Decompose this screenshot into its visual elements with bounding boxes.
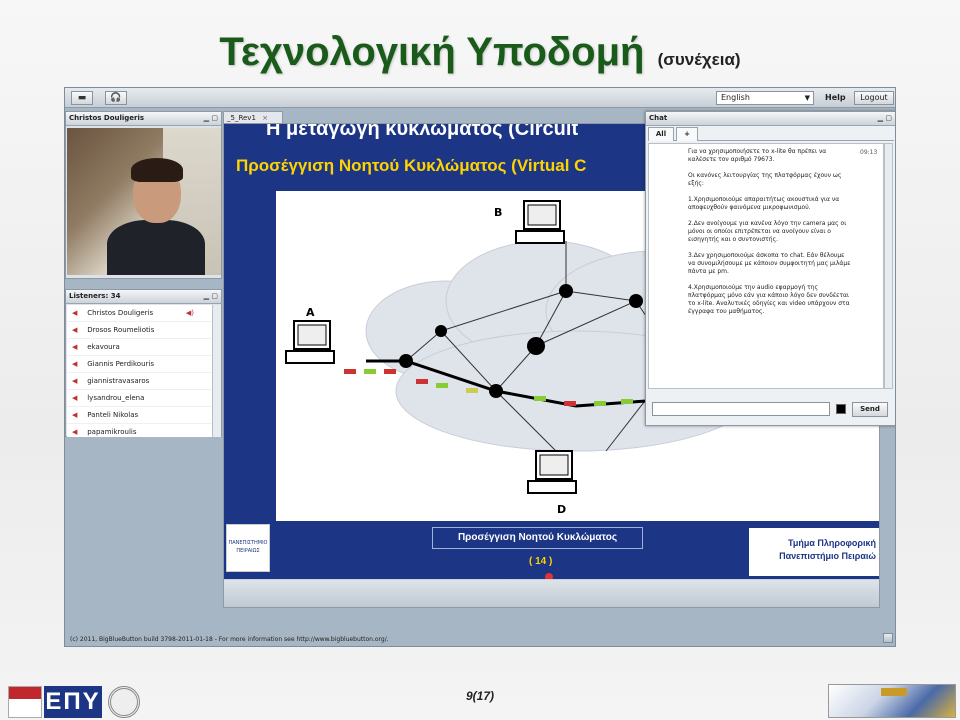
conference-logo-tag [881, 688, 907, 696]
tab-all[interactable]: All [648, 127, 674, 141]
list-item[interactable]: ◀ giannistravasaros [67, 373, 212, 390]
list-item[interactable]: ◀ Drosos Roumeliotis [67, 322, 212, 339]
listeners-panel-header: Listeners: 34 ▁ ▢ [66, 290, 221, 304]
headset-toolbar-button[interactable]: 🎧 [105, 91, 127, 105]
video-panel-header: Christos Douligeris ▁ ▢ [66, 112, 221, 126]
computer-D [527, 450, 577, 494]
listener-name: Christos Douligeris [87, 309, 154, 317]
video-panel-title: Christos Douligeris [69, 114, 145, 122]
window-controls-icon[interactable]: ▁ ▢ [204, 290, 218, 303]
listeners-title: Listeners: 34 [69, 292, 121, 300]
list-item[interactable]: ◀ papamikroulis [67, 424, 212, 437]
fullscreen-icon[interactable] [883, 633, 893, 643]
chat-messages: Για να χρησιμοποιήσετε το x-lite θα πρέπ… [648, 143, 884, 389]
speaker-muted-icon[interactable]: ◀ [72, 407, 79, 424]
speaker-muted-icon[interactable]: ◀ [72, 339, 79, 356]
chat-message: Για να χρησιμοποιήσετε το x-lite θα πρέπ… [688, 148, 851, 315]
chat-panel-header: Chat ▁ ▢ [646, 112, 895, 126]
slide-subheading: Προσέγγιση Νοητού Κυκλώματος (Virtual C [236, 156, 587, 175]
logout-button[interactable]: Logout [854, 91, 894, 105]
speaker-muted-icon[interactable]: ◀ [72, 356, 79, 373]
chat-input[interactable] [652, 402, 830, 416]
chat-tabs: All + [648, 127, 894, 141]
list-item[interactable]: ◀ Christos Douligeris ◀) [67, 305, 212, 322]
listener-name: Panteli Nikolas [87, 411, 139, 419]
window-controls-icon[interactable]: ▁ ▢ [878, 112, 892, 125]
chat-panel: Chat ▁ ▢ All + Για να χρησιμοποιήσετε το… [645, 111, 895, 426]
list-item[interactable]: ◀ Giannis Perdikouris [67, 356, 212, 373]
send-button[interactable]: Send [852, 402, 888, 417]
chat-title: Chat [649, 114, 668, 122]
slide-heading: Η μεταγωγή κυκλώματος (Circuit [266, 124, 579, 140]
speaker-muted-icon[interactable]: ◀ [72, 305, 79, 322]
webcam-video [67, 128, 221, 275]
listener-name: giannistravasaros [87, 377, 150, 385]
pointer-dot [545, 573, 553, 579]
language-select[interactable]: English ▼ [716, 91, 814, 105]
language-select-value: English [721, 93, 750, 102]
node-label-d: D [557, 503, 566, 516]
node-label-b: B [494, 206, 502, 219]
speaker-muted-icon[interactable]: ◀ [72, 390, 79, 407]
slide-page-number-footer: 9(17) [465, 689, 494, 703]
list-item[interactable]: ◀ Panteli Nikolas [67, 407, 212, 424]
presentation-toolbar [224, 580, 879, 607]
presentation-tab[interactable]: _5_Rev1 × [223, 111, 283, 123]
chat-scrollbar[interactable] [884, 143, 893, 389]
slide-caption: Προσέγγιση Νοητού Κυκλώματος [432, 527, 643, 549]
slide-title-suffix: (συνέχεια) [657, 50, 741, 69]
listeners-scrollbar[interactable] [212, 305, 221, 437]
listeners-panel: Listeners: 34 ▁ ▢ ◀ Christos Douligeris … [65, 289, 222, 437]
speaker-muted-icon[interactable]: ◀ [72, 424, 79, 437]
slide-title: Τεχνολογική Υποδομή (συνέχεια) [0, 30, 960, 75]
speaker-muted-icon[interactable]: ◀ [72, 322, 79, 339]
listener-name: papamikroulis [87, 428, 137, 436]
listener-name: Drosos Roumeliotis [87, 326, 155, 334]
close-icon[interactable]: × [262, 114, 268, 122]
listeners-list: ◀ Christos Douligeris ◀) ◀ Drosos Roumel… [67, 305, 212, 437]
department-label: Τμήμα Πληροφορική Πανεπιστήμιο Πειραιώ [749, 528, 879, 576]
app-footer: (c) 2011, BigBlueButton build 3798-2011-… [70, 636, 389, 643]
color-picker[interactable] [836, 404, 846, 414]
listener-name: ekavoura [87, 343, 120, 351]
users-icon: ▬ [77, 93, 87, 103]
listener-name: Giannis Perdikouris [87, 360, 154, 368]
headset-icon: 🎧 [110, 93, 122, 103]
users-toolbar-button[interactable]: ▬ [71, 91, 93, 105]
computer-B [515, 200, 565, 244]
chat-timestamp: 09:13 [860, 149, 878, 156]
slide-title-main: Τεχνολογική Υποδομή [219, 30, 645, 74]
speaker-muted-icon[interactable]: ◀ [72, 373, 79, 390]
help-link[interactable]: Help [825, 93, 846, 102]
talking-icon: ◀) [185, 309, 194, 317]
window-controls-icon[interactable]: ▁ ▢ [204, 112, 218, 125]
presenter-body [107, 220, 205, 275]
slide-page-number: ( 14 ) [529, 556, 553, 567]
presentation-tab-label: _5_Rev1 [227, 114, 256, 122]
list-item[interactable]: ◀ lysandrou_elena [67, 390, 212, 407]
bigbluebutton-window: ▬ 🎧 English ▼ Help Logout Christos Douli… [64, 87, 896, 647]
top-toolbar: ▬ 🎧 English ▼ Help Logout [65, 88, 895, 108]
university-logo: ΠΑΝΕΠΙΣΤΗΜΙΟ ΠΕΙΡΑΙΩΣ [226, 524, 270, 572]
department-line-2: Πανεπιστήμιο Πειραιώ [779, 551, 876, 561]
listener-name: lysandrou_elena [87, 394, 145, 402]
tab-add[interactable]: + [676, 127, 698, 141]
presenter-hair [131, 158, 183, 182]
computer-A [285, 320, 335, 364]
department-line-1: Τμήμα Πληροφορική [788, 538, 876, 548]
list-item[interactable]: ◀ ekavoura [67, 339, 212, 356]
chevron-down-icon: ▼ [804, 94, 810, 102]
node-label-a: A [306, 306, 315, 319]
video-panel: Christos Douligeris ▁ ▢ [65, 111, 222, 279]
conference-logo [828, 684, 956, 718]
